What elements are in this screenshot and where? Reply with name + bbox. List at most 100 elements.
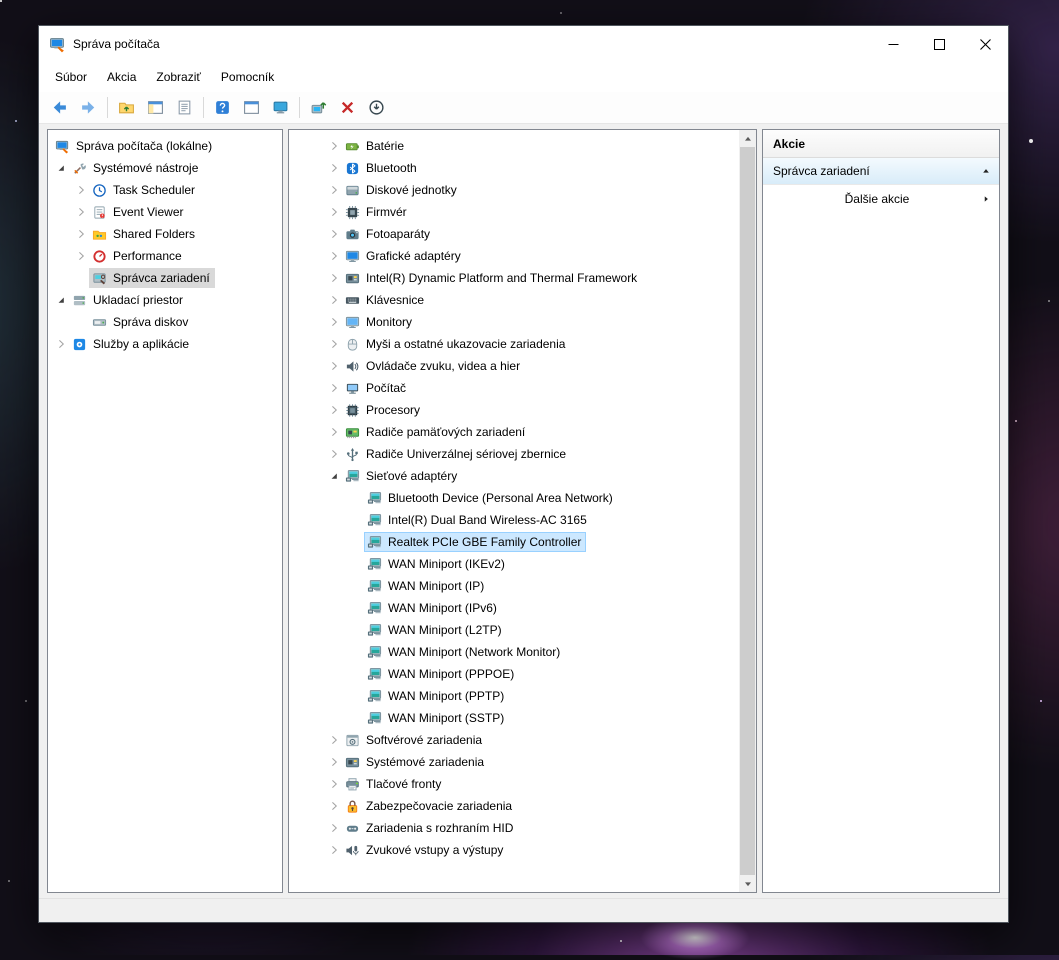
- export-list-button[interactable]: [171, 95, 198, 121]
- tree-expander-open-icon[interactable]: [52, 292, 69, 309]
- console-tree-item-systemove-nastroje[interactable]: Systémové nástroje: [48, 157, 282, 179]
- device-tree-item-procesory[interactable]: Procesory: [289, 399, 756, 421]
- device-tree-item-diskove-jednotky[interactable]: Diskové jednotky: [289, 179, 756, 201]
- tree-expander-open-icon[interactable]: [52, 160, 69, 177]
- device-tree-item-tlacove-fronty[interactable]: Tlačové fronty: [289, 773, 756, 795]
- console-tree-item-event-viewer[interactable]: Event Viewer: [48, 201, 282, 223]
- tree-expander-closed-icon[interactable]: [325, 138, 342, 155]
- tree-expander-closed-icon[interactable]: [325, 182, 342, 199]
- tree-expander-closed-icon[interactable]: [325, 380, 342, 397]
- console-tree-item-ukladaci-priestor[interactable]: Ukladací priestor: [48, 289, 282, 311]
- device-tree-item-radice-pamatovych-zariadeni[interactable]: Radiče pamäťových zariadení: [289, 421, 756, 443]
- console-tree-item-sluzby-a-aplikacie[interactable]: Služby a aplikácie: [48, 333, 282, 355]
- tree-expander-closed-icon[interactable]: [325, 820, 342, 837]
- menu-item-zobrazit[interactable]: Zobraziť: [146, 62, 211, 92]
- scrollbar-thumb[interactable]: [740, 147, 755, 875]
- device-tree-item-klavesnice[interactable]: Klávesnice: [289, 289, 756, 311]
- tree-expander-closed-icon[interactable]: [72, 204, 89, 221]
- up-one-level-button[interactable]: [113, 95, 140, 121]
- device-tree-item-systemove-zariadenia[interactable]: Systémové zariadenia: [289, 751, 756, 773]
- tree-expander-closed-icon[interactable]: [325, 336, 342, 353]
- device-tree-item-wan-miniport-network-monitor[interactable]: WAN Miniport (Network Monitor): [289, 641, 756, 663]
- tree-expander-closed-icon[interactable]: [325, 798, 342, 815]
- tree-expander-closed-icon[interactable]: [325, 424, 342, 441]
- back-button[interactable]: [46, 95, 73, 121]
- console-tree-item-sprava-diskov[interactable]: Správa diskov: [48, 311, 282, 333]
- actions-section-device-manager[interactable]: Správca zariadení: [763, 158, 999, 185]
- device-tree-item-intel-r-dual-band-wireless-ac-3165[interactable]: Intel(R) Dual Band Wireless-AC 3165: [289, 509, 756, 531]
- scrollbar-down-button[interactable]: [739, 875, 756, 892]
- device-tree-item-ovladace-zvuku-videa-a-hier[interactable]: Ovládače zvuku, videa a hier: [289, 355, 756, 377]
- device-tree-item-realtek-pcie-gbe-family-controller[interactable]: Realtek PCIe GBE Family Controller: [289, 531, 756, 553]
- console-tree-item-performance[interactable]: Performance: [48, 245, 282, 267]
- menu-item-pomocnik[interactable]: Pomocník: [211, 62, 284, 92]
- device-tree-item-mysi-a-ostatne-ukazovacie-zariadenia[interactable]: Myši a ostatné ukazovacie zariadenia: [289, 333, 756, 355]
- tree-expander-closed-icon[interactable]: [72, 226, 89, 243]
- device-tree-item-wan-miniport-pppoe[interactable]: WAN Miniport (PPPOE): [289, 663, 756, 685]
- minimize-button[interactable]: [870, 26, 916, 62]
- console-tree-item-spravca-zariadeni[interactable]: Správca zariadení: [48, 267, 282, 289]
- tree-expander-closed-icon[interactable]: [325, 358, 342, 375]
- tree-expander-closed-icon[interactable]: [72, 248, 89, 265]
- device-tree-item-zariadenia-s-rozhranim-hid[interactable]: Zariadenia s rozhraním HID: [289, 817, 756, 839]
- close-button[interactable]: [962, 26, 1008, 62]
- device-tree-item-sietove-adaptery[interactable]: Sieťové adaptéry: [289, 465, 756, 487]
- device-tree-item-wan-miniport-ipv6[interactable]: WAN Miniport (IPv6): [289, 597, 756, 619]
- show-console-tree-button[interactable]: [142, 95, 169, 121]
- device-tree-item-wan-miniport-ikev2[interactable]: WAN Miniport (IKEv2): [289, 553, 756, 575]
- forward-button[interactable]: [75, 95, 102, 121]
- device-tree-item-wan-miniport-pptp[interactable]: WAN Miniport (PPTP): [289, 685, 756, 707]
- more-actions-item[interactable]: Ďalšie akcie: [763, 185, 999, 212]
- tree-expander-closed-icon[interactable]: [325, 204, 342, 221]
- uninstall-device-button[interactable]: [334, 95, 361, 121]
- remote-computer-button[interactable]: [267, 95, 294, 121]
- update-driver-button[interactable]: [305, 95, 332, 121]
- device-tree-item-graficke-adaptery[interactable]: Grafické adaptéry: [289, 245, 756, 267]
- status-bar: [39, 898, 1008, 922]
- tree-expander-open-icon[interactable]: [325, 468, 342, 485]
- collapse-section-icon[interactable]: [981, 166, 991, 176]
- scrollbar-up-button[interactable]: [739, 130, 756, 147]
- device-tree-item-baterie[interactable]: Batérie: [289, 135, 756, 157]
- tree-expander-closed-icon[interactable]: [325, 248, 342, 265]
- tree-expander-closed-icon[interactable]: [325, 292, 342, 309]
- tree-expander-closed-icon[interactable]: [325, 776, 342, 793]
- device-tree-item-intel-r-dynamic-platform-and-thermal-framework[interactable]: Intel(R) Dynamic Platform and Thermal Fr…: [289, 267, 756, 289]
- tree-expander-closed-icon[interactable]: [325, 732, 342, 749]
- device-tree-item-firmver[interactable]: Firmvér: [289, 201, 756, 223]
- tree-expander-closed-icon[interactable]: [325, 160, 342, 177]
- vertical-scrollbar[interactable]: [739, 130, 756, 892]
- console-tree-item-task-scheduler[interactable]: Task Scheduler: [48, 179, 282, 201]
- maximize-button[interactable]: [916, 26, 962, 62]
- device-tree-item-monitory[interactable]: Monitory: [289, 311, 756, 333]
- tree-expander-closed-icon[interactable]: [325, 446, 342, 463]
- menu-item-subor[interactable]: Súbor: [45, 62, 97, 92]
- tree-expander-closed-icon[interactable]: [325, 270, 342, 287]
- device-tree-item-pocitac[interactable]: Počítač: [289, 377, 756, 399]
- device-tree-item-wan-miniport-l2tp[interactable]: WAN Miniport (L2TP): [289, 619, 756, 641]
- scan-hardware-changes-button[interactable]: [363, 95, 390, 121]
- console-tree-item-sprava-pocitaca-lokalne[interactable]: Správa počítača (lokálne): [48, 135, 282, 157]
- device-tree-item-wan-miniport-sstp[interactable]: WAN Miniport (SSTP): [289, 707, 756, 729]
- tree-expander-closed-icon[interactable]: [325, 314, 342, 331]
- tree-item-label: Klávesnice: [366, 293, 424, 307]
- title-bar[interactable]: Správa počítača: [39, 26, 1008, 62]
- console-tree-item-shared-folders[interactable]: Shared Folders: [48, 223, 282, 245]
- tree-expander-closed-icon[interactable]: [325, 754, 342, 771]
- device-tree-item-radice-univerzalnej-seriovej-zbernice[interactable]: Radiče Univerzálnej sériovej zbernice: [289, 443, 756, 465]
- tree-expander-closed-icon[interactable]: [52, 336, 69, 353]
- tree-expander-closed-icon[interactable]: [325, 842, 342, 859]
- device-tree-item-softverove-zariadenia[interactable]: Softvérové zariadenia: [289, 729, 756, 751]
- device-tree-item-wan-miniport-ip[interactable]: WAN Miniport (IP): [289, 575, 756, 597]
- device-tree-item-zabezpecovacie-zariadenia[interactable]: Zabezpečovacie zariadenia: [289, 795, 756, 817]
- device-tree-item-fotoaparaty[interactable]: Fotoaparáty: [289, 223, 756, 245]
- device-tree-item-bluetooth-device-personal-area-network[interactable]: Bluetooth Device (Personal Area Network): [289, 487, 756, 509]
- menu-item-akcia[interactable]: Akcia: [97, 62, 146, 92]
- tree-expander-closed-icon[interactable]: [325, 226, 342, 243]
- device-tree-item-zvukove-vstupy-a-vystupy[interactable]: Zvukové vstupy a výstupy: [289, 839, 756, 861]
- help-button[interactable]: [209, 95, 236, 121]
- device-tree-item-bluetooth[interactable]: Bluetooth: [289, 157, 756, 179]
- tree-expander-closed-icon[interactable]: [325, 402, 342, 419]
- tree-expander-closed-icon[interactable]: [72, 182, 89, 199]
- console-window-button[interactable]: [238, 95, 265, 121]
